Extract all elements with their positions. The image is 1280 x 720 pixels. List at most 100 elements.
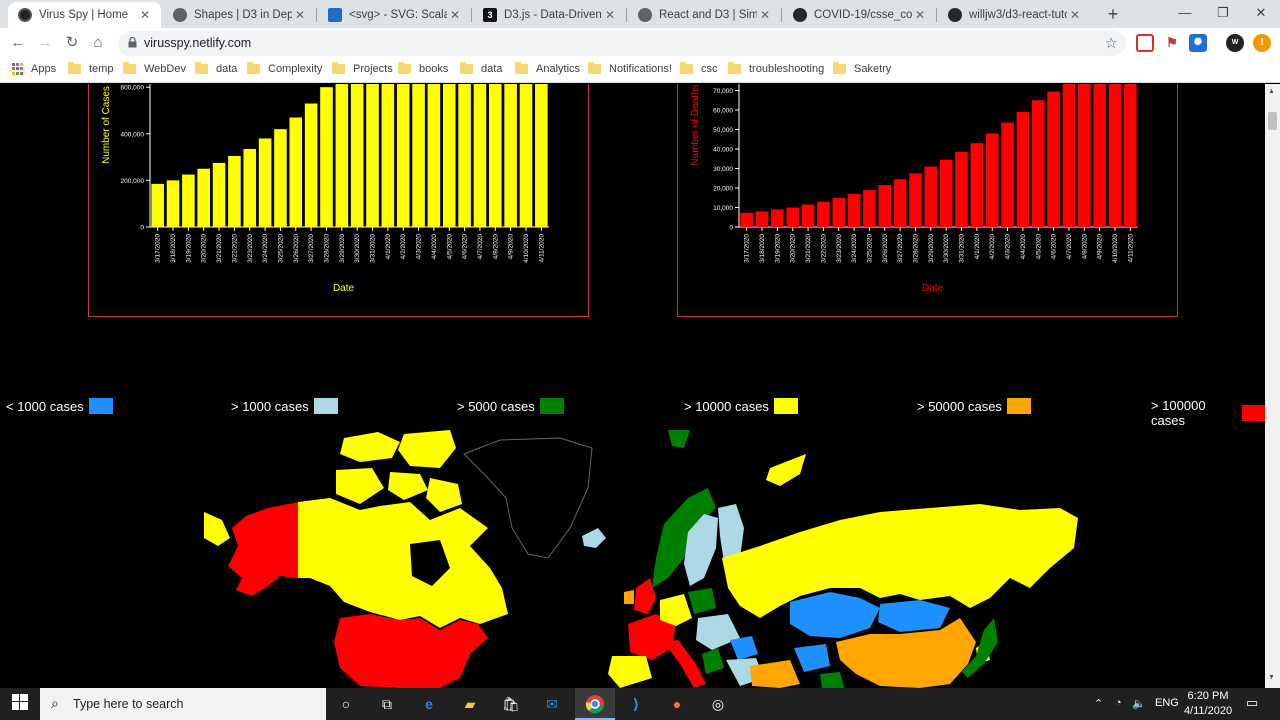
edge-icon[interactable]: e <box>419 694 439 714</box>
language-indicator[interactable]: ENG <box>1155 697 1179 709</box>
mail-icon[interactable]: ✉ <box>542 694 562 714</box>
bar[interactable] <box>970 143 984 227</box>
bar[interactable] <box>909 173 922 227</box>
bar[interactable] <box>320 87 333 227</box>
bar[interactable] <box>366 84 379 227</box>
bar[interactable] <box>878 185 892 227</box>
taskbar-search-box[interactable]: ⌕ Type here to search <box>40 688 326 720</box>
minimize-button[interactable]: — <box>1166 0 1204 28</box>
close-tab-icon[interactable]: ✕ <box>1067 8 1083 22</box>
map-country-usa[interactable] <box>334 614 488 688</box>
close-tab-icon[interactable]: ✕ <box>757 8 773 22</box>
bar[interactable] <box>924 166 938 227</box>
tab-shapes[interactable]: Shapes | D3 in Depth ✕ <box>163 2 317 28</box>
bar[interactable] <box>893 179 907 227</box>
tray-overflow-icon[interactable]: ⌃ <box>1094 697 1103 710</box>
bar[interactable] <box>863 189 876 227</box>
map-country[interactable] <box>820 672 844 688</box>
map-country-alaska[interactable] <box>228 502 298 596</box>
map-country-kazakhstan[interactable] <box>790 592 880 638</box>
bar[interactable] <box>197 168 211 227</box>
back-button[interactable]: ← <box>8 33 28 53</box>
bookmark-folder[interactable]: WebDev <box>123 62 186 75</box>
maximize-button[interactable]: ❐ <box>1204 0 1242 28</box>
bar[interactable] <box>1001 122 1014 227</box>
obs-icon[interactable]: ◎ <box>708 694 728 714</box>
bar[interactable] <box>535 84 548 227</box>
map-country-greenland[interactable] <box>463 437 593 559</box>
bar[interactable] <box>847 193 861 227</box>
bookmark-folder[interactable]: troubleshooting <box>728 62 824 75</box>
bar[interactable] <box>381 84 395 227</box>
vscode-icon[interactable]: ⟩ <box>626 694 646 714</box>
taskbar-clock[interactable]: 6:20 PM 4/11/2020 <box>1180 689 1236 719</box>
pocket-extension-icon[interactable] <box>1136 34 1154 52</box>
wifi-icon[interactable]: ◔ <box>1115 697 1122 709</box>
tab-d3-react-tutorial[interactable]: willjw3/d3-react-tutori ✕ <box>938 2 1091 28</box>
bookmark-folder[interactable]: Notifications! <box>588 62 672 75</box>
tab-svg-mdn[interactable]: <svg> - SVG: Scalable ✕ <box>318 2 472 28</box>
bar[interactable] <box>1077 84 1091 227</box>
close-window-button[interactable]: ✕ <box>1242 0 1280 28</box>
home-button[interactable]: ⌂ <box>88 33 108 53</box>
map-country-ireland[interactable] <box>624 590 634 604</box>
bar[interactable] <box>801 204 815 227</box>
tab-react-d3[interactable]: React and D3 | Simple ✕ <box>628 2 782 28</box>
map-country-mongolia[interactable] <box>878 600 950 632</box>
scroll-up-arrow-icon[interactable]: ▲ <box>1268 88 1275 95</box>
bar[interactable] <box>519 84 533 227</box>
map-country[interactable] <box>336 468 384 504</box>
notifications-icon[interactable]: ▭ <box>1246 695 1258 711</box>
profile-avatar-icon[interactable]: W <box>1226 34 1244 52</box>
map-country-spain[interactable] <box>608 656 652 688</box>
bookmark-folder[interactable]: Complexity <box>247 62 322 75</box>
bar[interactable] <box>832 197 846 227</box>
scroll-down-arrow-icon[interactable]: ▼ <box>1268 674 1275 681</box>
bar[interactable] <box>1047 91 1060 227</box>
bar[interactable] <box>212 162 226 227</box>
close-tab-icon[interactable]: ✕ <box>137 8 153 22</box>
bar[interactable] <box>335 84 349 227</box>
pdf-extension-icon[interactable]: ⚑ <box>1163 34 1181 52</box>
scrollbar-thumb[interactable] <box>1268 112 1277 130</box>
task-view-icon[interactable]: ⧉ <box>377 694 397 714</box>
map-country[interactable] <box>702 648 724 674</box>
bar[interactable] <box>771 209 784 227</box>
bookmark-folder[interactable]: Saketry <box>833 62 891 75</box>
windows-start-icon[interactable] <box>10 694 30 714</box>
forward-button[interactable]: → <box>35 33 55 53</box>
bar[interactable] <box>740 212 753 227</box>
bar[interactable] <box>1093 84 1106 227</box>
react-devtools-extension-icon[interactable]: ✺ <box>1189 34 1207 52</box>
bar[interactable] <box>396 84 410 227</box>
bookmark-folder[interactable]: temp <box>68 62 113 75</box>
map-country-italy[interactable] <box>664 640 706 688</box>
bookmark-folder[interactable]: csc <box>680 62 718 75</box>
bar[interactable] <box>1124 84 1137 227</box>
bar[interactable] <box>473 84 487 227</box>
map-country-poland[interactable] <box>688 588 716 614</box>
map-country-russia[interactable] <box>722 504 1078 618</box>
bookmark-folder[interactable]: data <box>460 62 502 75</box>
bar[interactable] <box>228 155 241 227</box>
bar[interactable] <box>304 103 318 227</box>
bar[interactable] <box>985 133 999 227</box>
bar[interactable] <box>1016 111 1030 227</box>
map-country[interactable] <box>388 472 428 500</box>
bar[interactable] <box>1108 84 1122 227</box>
address-bar[interactable]: virusspy.netlify.com ☆ <box>118 31 1126 56</box>
bar[interactable] <box>412 84 425 227</box>
bookmark-star-icon[interactable]: ☆ <box>1105 34 1118 52</box>
bar[interactable] <box>955 151 968 227</box>
close-tab-icon[interactable]: ✕ <box>447 8 463 22</box>
map-country[interactable] <box>730 636 758 660</box>
file-explorer-icon[interactable]: ▰ <box>460 694 480 714</box>
map-country[interactable] <box>794 644 830 672</box>
bookmark-folder[interactable]: Analytics <box>515 62 580 75</box>
map-country-germany[interactable] <box>660 594 692 626</box>
bar[interactable] <box>504 84 517 227</box>
close-tab-icon[interactable]: ✕ <box>912 8 928 22</box>
volume-icon[interactable]: 🔈 <box>1132 697 1146 710</box>
map-country-iceland[interactable] <box>582 528 606 548</box>
bookmark-folder[interactable]: data <box>195 62 237 75</box>
